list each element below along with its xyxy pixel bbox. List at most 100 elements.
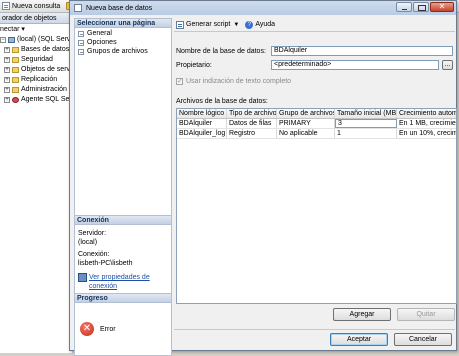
- connection-info: Servidor: (local) Conexión: lisbeth-PC\l…: [74, 225, 172, 293]
- error-icon: ✕: [80, 322, 94, 336]
- expand-icon[interactable]: +: [4, 87, 10, 93]
- new-query-label: Nueva consulta: [12, 2, 61, 10]
- divider: [174, 329, 455, 330]
- script-icon: [176, 20, 184, 29]
- window-controls: [396, 2, 454, 12]
- select-page-header: Seleccionar una página: [74, 18, 172, 28]
- left-pane: Seleccionar una página General Opciones …: [74, 18, 172, 356]
- owner-label: Propietario:: [176, 61, 212, 69]
- server-value: (local): [78, 239, 98, 246]
- remove-button[interactable]: Quitar: [397, 308, 455, 321]
- expand-icon[interactable]: +: [4, 47, 10, 53]
- tree-item-security[interactable]: + Seguridad: [0, 55, 72, 65]
- ok-button[interactable]: Aceptar: [330, 333, 388, 346]
- dialog-title: Nueva base de datos: [86, 4, 153, 12]
- fulltext-label: Usar indización de texto completo: [186, 78, 292, 85]
- column-header[interactable]: Grupo de archivos: [277, 109, 335, 118]
- folder-icon: [12, 87, 19, 93]
- tree-item-databases[interactable]: + Bases de datos: [0, 45, 72, 55]
- help-button[interactable]: Ayuda: [255, 21, 275, 28]
- page-item-label: Opciones: [87, 39, 117, 46]
- filegroup-cell[interactable]: PRIMARY: [277, 119, 335, 128]
- db-name-label: Nombre de la base de datos:: [176, 47, 266, 55]
- progress-status: Error: [100, 325, 116, 333]
- expand-icon[interactable]: +: [4, 77, 10, 83]
- column-header[interactable]: Tamaño inicial (MB): [335, 109, 397, 118]
- connection-label: Conexión:: [78, 251, 110, 258]
- connection-header: Conexión: [74, 215, 172, 225]
- browse-owner-button[interactable]: ...: [442, 60, 453, 70]
- collapse-icon[interactable]: −: [0, 37, 6, 43]
- page-icon: [78, 48, 84, 55]
- page-item-options[interactable]: Opciones: [75, 38, 171, 47]
- tree-item-label: Bases de datos: [21, 46, 70, 53]
- tree-item-label: Seguridad: [21, 56, 53, 63]
- minimize-button[interactable]: [396, 2, 412, 12]
- server-icon: [8, 37, 15, 43]
- logical-name-cell[interactable]: BDAlquiler_log: [177, 129, 227, 138]
- initial-size-cell[interactable]: 1: [335, 129, 397, 138]
- initial-size-input[interactable]: 3: [335, 119, 397, 128]
- maximize-button[interactable]: [413, 2, 429, 12]
- page-item-filegroups[interactable]: Grupos de archivos: [75, 47, 171, 56]
- expand-icon[interactable]: +: [4, 67, 10, 73]
- dialog-titlebar[interactable]: Nueva base de datos: [70, 1, 456, 15]
- table-row[interactable]: BDAlquiler_log Registro No aplicable 1 E…: [177, 129, 456, 139]
- add-button[interactable]: Agregar: [333, 308, 391, 321]
- autogrowth-cell[interactable]: En un 10%, crecimi: [397, 129, 456, 138]
- db-name-input[interactable]: BDAlquiler: [271, 46, 453, 56]
- tree-item-label: Objetos de servid: [21, 66, 72, 73]
- logical-name-cell[interactable]: BDAlquiler: [177, 119, 227, 128]
- column-header[interactable]: Nombre lógico: [177, 109, 227, 118]
- chevron-down-icon[interactable]: ▼: [233, 22, 239, 28]
- view-connection-properties-link[interactable]: Ver propiedades de conexión: [78, 273, 168, 291]
- folder-icon: [12, 47, 19, 53]
- new-query-icon: [2, 2, 10, 10]
- tree-item-label: Agente SQL Serv: [21, 96, 72, 103]
- folder-icon: [12, 77, 19, 83]
- page-icon: [78, 39, 84, 46]
- owner-row: Propietario: <predeterminado> ...: [176, 60, 453, 70]
- new-query-button[interactable]: Nueva consulta: [2, 2, 60, 10]
- tree-item-server[interactable]: − (local) (SQL Server 10: [0, 35, 72, 45]
- object-explorer-title: orador de objetos: [0, 13, 72, 24]
- new-database-dialog: Nueva base de datos Seleccionar una pági…: [69, 0, 457, 356]
- page-item-general[interactable]: General: [75, 29, 171, 38]
- view-properties-label[interactable]: Ver propiedades de conexión: [89, 273, 168, 291]
- expand-icon[interactable]: +: [4, 57, 10, 63]
- files-label: Archivos de la base de datos:: [176, 98, 268, 105]
- fulltext-checkbox[interactable]: [176, 77, 183, 85]
- database-files-grid: Nombre lógico Tipo de archivo Grupo de a…: [176, 108, 457, 304]
- folder-icon: [12, 67, 19, 73]
- file-buttons: Agregar Quitar: [333, 308, 455, 321]
- object-explorer-panel: orador de objetos nectar ▾ − (local) (SQ…: [0, 13, 72, 353]
- filegroup-cell: No aplicable: [277, 129, 335, 138]
- page-list: General Opciones Grupos de archivos: [74, 28, 172, 215]
- grid-header: Nombre lógico Tipo de archivo Grupo de a…: [177, 109, 456, 119]
- column-header[interactable]: Crecimiento autom: [397, 109, 456, 118]
- owner-input[interactable]: <predeterminado>: [271, 60, 439, 70]
- column-header[interactable]: Tipo de archivo: [227, 109, 277, 118]
- tree-item-server-objects[interactable]: + Objetos de servid: [0, 65, 72, 75]
- file-type-cell: Datos de filas: [227, 119, 277, 128]
- dialog-buttons: Aceptar Cancelar: [330, 333, 452, 346]
- dialog-toolbar: Generar script ▼ ? Ayuda: [174, 18, 455, 32]
- autogrowth-cell[interactable]: En 1 MB, crecimie: [397, 119, 456, 128]
- page-icon: [78, 30, 84, 37]
- expand-icon[interactable]: +: [4, 97, 10, 103]
- tree-item-label: Administración: [21, 86, 67, 93]
- tree-item-management[interactable]: + Administración: [0, 85, 72, 95]
- tree-item-replication[interactable]: + Replicación: [0, 75, 72, 85]
- table-row[interactable]: BDAlquiler Datos de filas PRIMARY 3 En 1…: [177, 119, 456, 129]
- close-button[interactable]: [430, 2, 454, 12]
- right-pane: Generar script ▼ ? Ayuda Nombre de la ba…: [174, 18, 457, 329]
- tree-item-label: Replicación: [21, 76, 58, 83]
- connect-button[interactable]: nectar ▾: [0, 24, 72, 35]
- tree-item-sql-agent[interactable]: + Agente SQL Serv: [0, 95, 72, 105]
- help-icon: ?: [245, 20, 254, 29]
- db-name-row: Nombre de la base de datos: BDAlquiler: [176, 46, 453, 56]
- server-label: Servidor:: [78, 230, 107, 237]
- generate-script-button[interactable]: Generar script: [186, 21, 230, 28]
- file-type-cell: Registro: [227, 129, 277, 138]
- cancel-button[interactable]: Cancelar: [394, 333, 452, 346]
